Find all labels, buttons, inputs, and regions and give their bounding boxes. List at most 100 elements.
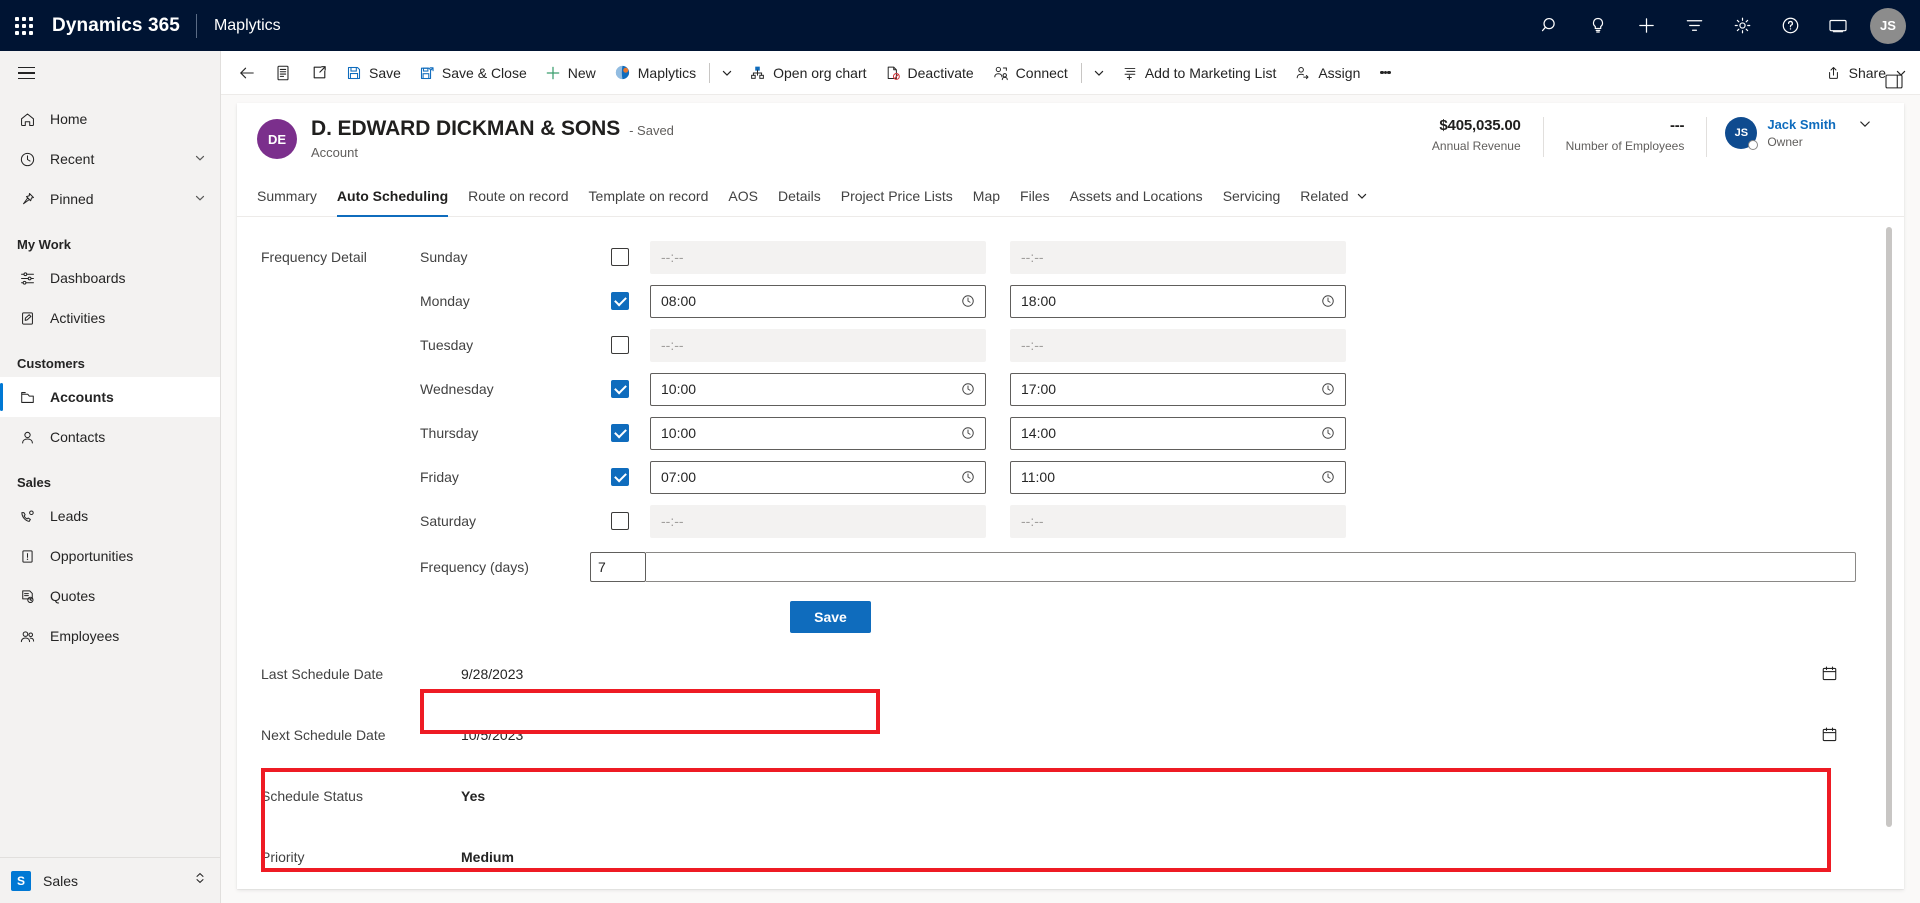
start-time-input-sunday[interactable]: --:-- <box>650 240 986 274</box>
sidebar-collapse-button[interactable] <box>0 51 220 95</box>
chevron-down-icon[interactable] <box>194 191 206 207</box>
header-expand-caret[interactable] <box>1836 117 1884 136</box>
sidebar-item-employees[interactable]: Employees <box>0 616 220 656</box>
connect-button[interactable]: Connect <box>983 55 1077 91</box>
sidebar-item-pinned[interactable]: Pinned <box>0 179 220 219</box>
app-name-label[interactable]: Maplytics <box>197 17 281 35</box>
tab-summary[interactable]: Summary <box>257 175 327 217</box>
sidebar-item-opportunities[interactable]: Opportunities <box>0 536 220 576</box>
clock-icon[interactable] <box>1321 294 1335 308</box>
plus-icon[interactable] <box>1622 0 1670 51</box>
tab-map[interactable]: Map <box>963 175 1010 217</box>
deactivate-button[interactable]: Deactivate <box>876 55 983 91</box>
sidebar-item-quotes[interactable]: Quotes <box>0 576 220 616</box>
brand-title[interactable]: Dynamics 365 <box>48 15 196 37</box>
owner-field[interactable]: JS Jack Smith Owner <box>1707 117 1836 150</box>
assign-button[interactable]: Assign <box>1285 55 1369 91</box>
clock-icon[interactable] <box>1321 426 1335 440</box>
scrollbar-thumb[interactable] <box>1886 227 1892 827</box>
end-time-input-saturday[interactable]: --:-- <box>1010 504 1346 538</box>
form-save-button[interactable]: Save <box>790 601 871 633</box>
sidebar-item-contacts[interactable]: Contacts <box>0 417 220 457</box>
end-time-input-thursday[interactable]: 14:00 <box>1010 416 1346 450</box>
sidebar-item-home[interactable]: Home <box>0 99 220 139</box>
copilot-panel-button[interactable] <box>1878 65 1910 97</box>
calendar-icon[interactable] <box>1821 726 1856 743</box>
add-to-marketing-list-button[interactable]: Add to Marketing List <box>1112 55 1286 91</box>
owner-name[interactable]: Jack Smith <box>1767 117 1836 132</box>
dashboard-icon <box>17 268 37 288</box>
sidebar-item-leads[interactable]: Leads <box>0 496 220 536</box>
end-time-input-sunday[interactable]: --:-- <box>1010 240 1346 274</box>
day-checkbox-wednesday[interactable] <box>611 380 629 398</box>
sidebar-item-dashboards[interactable]: Dashboards <box>0 258 220 298</box>
maplytics-button[interactable]: Maplytics <box>605 55 705 91</box>
start-time-input-thursday[interactable]: 10:00 <box>650 416 986 450</box>
schedule-status-value[interactable]: Yes <box>461 788 1856 804</box>
new-button[interactable]: New <box>536 55 605 91</box>
clock-icon[interactable] <box>1321 382 1335 396</box>
clock-icon[interactable] <box>961 382 975 396</box>
clock-icon[interactable] <box>961 426 975 440</box>
frequency-days-value: 7 <box>598 559 606 575</box>
day-checkbox-sunday[interactable] <box>611 248 629 266</box>
start-time-input-wednesday[interactable]: 10:00 <box>650 372 986 406</box>
end-time-input-friday[interactable]: 11:00 <box>1010 460 1346 494</box>
tab-aos[interactable]: AOS <box>718 175 768 217</box>
day-checkbox-saturday[interactable] <box>611 512 629 530</box>
open-org-chart-button[interactable]: Open org chart <box>740 55 875 91</box>
next-schedule-date-value[interactable]: 10/5/2023 <box>461 727 1821 743</box>
end-time-input-wednesday[interactable]: 17:00 <box>1010 372 1346 406</box>
end-time-input-monday[interactable]: 18:00 <box>1010 284 1346 318</box>
start-time-input-friday[interactable]: 07:00 <box>650 460 986 494</box>
tab-assets-and-locations[interactable]: Assets and Locations <box>1060 175 1213 217</box>
clock-icon[interactable] <box>961 470 975 484</box>
clock-icon[interactable] <box>961 294 975 308</box>
calendar-icon[interactable] <box>1821 665 1856 682</box>
app-launcher-button[interactable] <box>0 0 48 51</box>
frequency-days-input[interactable]: 7 <box>590 552 646 582</box>
present-icon[interactable] <box>1814 0 1862 51</box>
sidebar-item-accounts[interactable]: Accounts <box>0 377 220 417</box>
start-time-input-monday[interactable]: 08:00 <box>650 284 986 318</box>
connect-dropdown-caret[interactable] <box>1086 55 1112 91</box>
tab-files[interactable]: Files <box>1010 175 1060 217</box>
save-and-close-button[interactable]: Save & Close <box>410 55 536 91</box>
priority-value[interactable]: Medium <box>461 849 1856 865</box>
save-button[interactable]: Save <box>337 55 410 91</box>
form-selector-button[interactable] <box>265 55 301 91</box>
tab-project-price-lists[interactable]: Project Price Lists <box>831 175 963 217</box>
maplytics-dropdown-caret[interactable] <box>714 55 740 91</box>
tab-template-on-record[interactable]: Template on record <box>579 175 719 217</box>
filter-icon[interactable] <box>1670 0 1718 51</box>
tab-related[interactable]: Related <box>1290 175 1377 217</box>
tab-auto-scheduling[interactable]: Auto Scheduling <box>327 175 458 217</box>
clock-icon[interactable] <box>1321 470 1335 484</box>
day-checkbox-monday[interactable] <box>611 292 629 310</box>
sidebar-item-activities[interactable]: Activities <box>0 298 220 338</box>
form-scrollbar[interactable] <box>1884 227 1894 827</box>
user-avatar[interactable]: JS <box>1870 7 1906 44</box>
popout-button[interactable] <box>301 55 337 91</box>
gear-icon[interactable] <box>1718 0 1766 51</box>
schedule-status-row: Schedule Status Yes <box>245 765 1856 826</box>
day-checkbox-tuesday[interactable] <box>611 336 629 354</box>
day-checkbox-thursday[interactable] <box>611 424 629 442</box>
question-icon[interactable] <box>1766 0 1814 51</box>
chevron-down-icon[interactable] <box>194 151 206 167</box>
search-icon[interactable] <box>1526 0 1574 51</box>
end-time-input-tuesday[interactable]: --:-- <box>1010 328 1346 362</box>
start-time-input-saturday[interactable]: --:-- <box>650 504 986 538</box>
command-overflow-button[interactable] <box>1369 55 1401 91</box>
tab-servicing[interactable]: Servicing <box>1213 175 1291 217</box>
tab-route-on-record[interactable]: Route on record <box>458 175 578 217</box>
area-switcher[interactable]: S Sales <box>0 857 220 903</box>
day-checkbox-friday[interactable] <box>611 468 629 486</box>
last-schedule-date-value[interactable]: 9/28/2023 <box>461 666 1821 682</box>
lightbulb-icon[interactable] <box>1574 0 1622 51</box>
back-button[interactable] <box>229 55 265 91</box>
start-time-input-tuesday[interactable]: --:-- <box>650 328 986 362</box>
sidebar-item-recent[interactable]: Recent <box>0 139 220 179</box>
next-schedule-date-row: Next Schedule Date 10/5/2023 <box>245 704 1856 765</box>
tab-details[interactable]: Details <box>768 175 831 217</box>
